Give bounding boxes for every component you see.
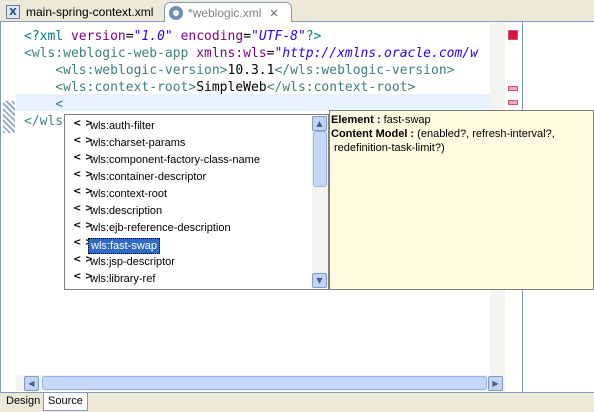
code-token: <?xml xyxy=(24,29,71,44)
close-icon[interactable]: ✕ xyxy=(269,7,278,20)
code-token: <wls:context-root> xyxy=(24,80,197,95)
proposal-label: wls:container-descriptor xyxy=(90,171,207,183)
proposal-label: wls:description xyxy=(90,205,163,217)
proposal-item[interactable]: < > wls:container-descriptor xyxy=(66,169,312,186)
proposal-item[interactable]: < > wls:description xyxy=(66,203,312,220)
proposal-item[interactable]: < > wls:charset-params xyxy=(66,135,312,152)
left-ruler xyxy=(1,23,15,375)
code-token: "http://xmlns.oracle.com/w xyxy=(274,46,478,61)
code-token: version xyxy=(70,29,126,44)
proposal-label: wls:component-factory-class-name xyxy=(90,154,260,166)
code-token: < xyxy=(24,97,64,112)
content-assist-popup: < > wls:auth-filter < > wls:charset-params <… xyxy=(64,114,329,290)
editor-tab-bar: X main-spring-context.xml *weblogic.xml … xyxy=(0,0,594,23)
code-line[interactable]: <wls:weblogic-web-app xmlns:wls="http://… xyxy=(24,45,478,62)
code-token: "UTF-8" xyxy=(251,29,306,44)
content-model-label: Content Model : xyxy=(331,128,415,140)
tab-label: main-spring-context.xml xyxy=(26,5,154,19)
code-token: <wls:weblogic-version> xyxy=(24,63,228,78)
proposal-item[interactable]: < > wls:fast-swap xyxy=(66,237,312,254)
code-token: </wls:context-root> xyxy=(266,80,416,95)
code-line[interactable]: </wls xyxy=(24,113,63,130)
annotation-marker[interactable] xyxy=(508,100,518,105)
proposal-label: wls:jsp-descriptor xyxy=(90,256,175,268)
proposal-label: wls:library-ref xyxy=(90,273,156,285)
code-token: ?> xyxy=(305,29,322,44)
code-token: xmlns:wls xyxy=(196,46,267,61)
code-token: 10.3.1 xyxy=(227,63,275,78)
element-value: fast-swap xyxy=(383,114,431,126)
content-model-value: (enabled?, refresh-interval?, xyxy=(417,128,555,140)
proposal-item[interactable]: < > wls:context-root xyxy=(66,186,312,203)
tab-weblogic-xml[interactable]: *weblogic.xml ✕ xyxy=(164,2,292,23)
annotation-marker[interactable] xyxy=(508,86,518,91)
code-token: = xyxy=(243,29,252,44)
code-token: </wls:weblogic-version> xyxy=(274,63,455,78)
tab-label: *weblogic.xml xyxy=(188,6,262,20)
tab-design[interactable]: Design xyxy=(2,393,46,411)
proposal-label: wls:fast-swap xyxy=(88,238,161,254)
proposal-scroll-thumb[interactable] xyxy=(313,131,327,187)
code-line[interactable]: <wls:weblogic-version>10.3.1</wls:weblog… xyxy=(24,62,454,79)
proposal-item[interactable]: < > wls:ejb-reference-description xyxy=(66,220,312,237)
code-token: encoding xyxy=(180,29,244,44)
code-line[interactable]: <?xml version="1.0" encoding="UTF-8"?> xyxy=(24,28,321,45)
code-token: = xyxy=(125,29,134,44)
tab-source[interactable]: Source xyxy=(43,393,88,411)
code-token: </wls xyxy=(24,114,64,129)
element-label: Element : xyxy=(331,114,381,126)
horizontal-scroll-thumb[interactable] xyxy=(42,376,487,390)
horizontal-scrollbar[interactable]: ◀ ▶ xyxy=(16,375,505,391)
error-marker[interactable] xyxy=(508,30,518,40)
proposal-label: wls:charset-params xyxy=(90,137,186,149)
proposal-label: wls:context-root xyxy=(90,188,168,200)
code-line[interactable]: < xyxy=(24,96,63,113)
proposal-list[interactable]: < > wls:auth-filter < > wls:charset-params <… xyxy=(66,116,312,288)
xml-editor-icon xyxy=(169,6,183,20)
proposal-info-panel: Element : fast-swap Content Model : (ena… xyxy=(329,110,594,290)
editor-page-tabs: Design Source xyxy=(0,392,594,412)
scroll-up-button[interactable]: ▲ xyxy=(312,116,327,131)
code-token: "1.0" xyxy=(133,29,173,44)
tab-main-spring-context[interactable]: X main-spring-context.xml xyxy=(2,2,164,22)
xml-file-icon: X xyxy=(6,5,20,19)
scroll-down-button[interactable]: ▼ xyxy=(312,273,327,288)
proposal-item[interactable]: < > wls:library-ref xyxy=(66,271,312,288)
proposal-label: wls:ejb-reference-description xyxy=(90,222,231,234)
proposal-item[interactable]: < > wls:jsp-descriptor xyxy=(66,254,312,271)
proposal-item[interactable]: < > wls:auth-filter xyxy=(66,118,312,135)
scroll-right-button[interactable]: ▶ xyxy=(488,376,503,391)
change-marker xyxy=(3,101,15,133)
code-token: <wls:weblogic-web-app xyxy=(24,46,197,61)
proposal-item[interactable]: < > wls:component-factory-class-name xyxy=(66,152,312,169)
content-model-value-cont: redefinition-task-limit?) xyxy=(334,142,445,154)
proposal-scrollbar[interactable]: ▲ ▼ xyxy=(312,116,328,288)
code-line[interactable]: <wls:context-root>SimpleWeb</wls:context… xyxy=(24,79,415,96)
code-token: SimpleWeb xyxy=(196,80,267,95)
proposal-label: wls:auth-filter xyxy=(90,120,155,132)
scroll-left-button[interactable]: ◀ xyxy=(24,376,39,391)
